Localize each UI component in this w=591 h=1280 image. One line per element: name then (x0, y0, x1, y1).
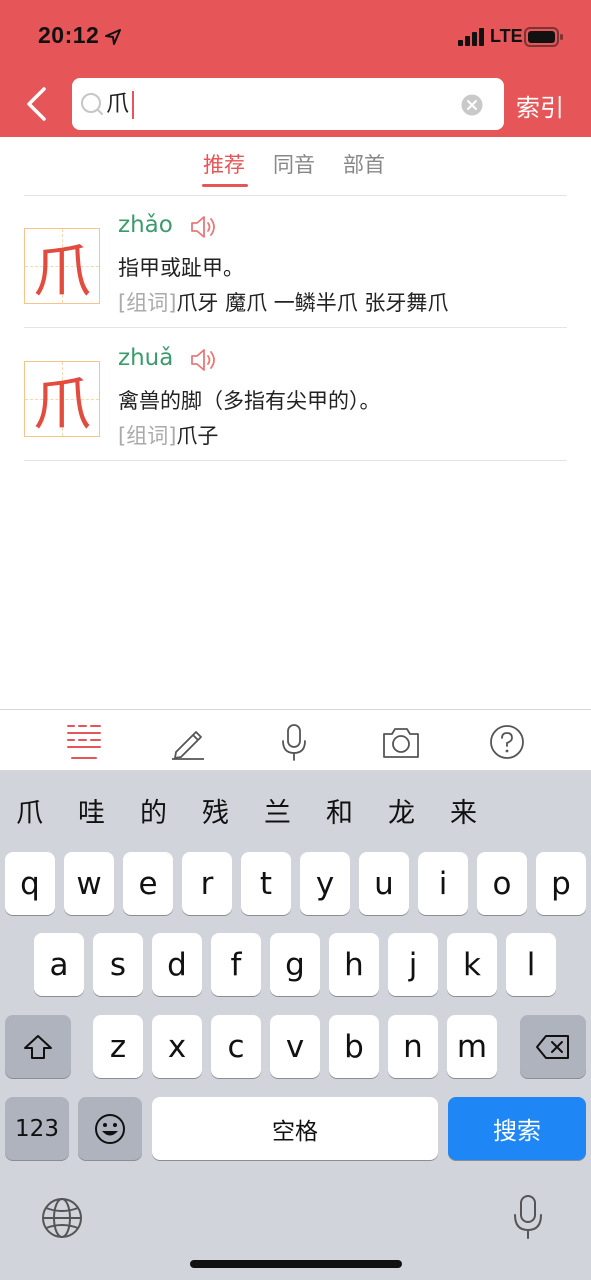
key-g[interactable]: g (270, 933, 320, 996)
pinyin: zhuǎ (118, 345, 174, 371)
dictation-microphone-icon[interactable] (510, 1193, 546, 1241)
search-icon (81, 93, 103, 115)
emoji-icon (95, 1113, 125, 1144)
divider (24, 327, 567, 328)
app-header: 20:12 LTE 爪 索引 (0, 0, 591, 137)
key-v[interactable]: v (270, 1015, 320, 1078)
key-m[interactable]: m (447, 1015, 497, 1078)
chevron-left-icon (27, 87, 46, 121)
definition: 指甲或趾甲。 (118, 256, 244, 280)
words-tag: [组词] (118, 424, 177, 448)
shift-key[interactable] (5, 1015, 71, 1078)
key-e[interactable]: e (123, 852, 173, 915)
candidate-item[interactable]: 的 (140, 791, 167, 830)
globe-icon[interactable] (40, 1196, 84, 1240)
key-x[interactable]: x (152, 1015, 202, 1078)
speaker-icon[interactable] (189, 346, 217, 374)
search-input[interactable]: 爪 (106, 88, 129, 120)
shift-arrow-icon (24, 1034, 52, 1059)
key-y[interactable]: y (300, 852, 350, 915)
pinyin: zhǎo (118, 212, 173, 238)
words-list: 爪牙 魔爪 一鳞半爪 张牙舞爪 (176, 291, 449, 315)
character-glyph: 爪 (32, 237, 91, 305)
key-i[interactable]: i (418, 852, 468, 915)
key-s[interactable]: s (93, 933, 143, 996)
status-bar: 20:12 LTE (0, 0, 591, 72)
active-tab-indicator (202, 184, 248, 187)
key-n[interactable]: n (388, 1015, 438, 1078)
numbers-key[interactable]: 123 (5, 1097, 69, 1160)
handwriting-pencil-icon[interactable] (168, 722, 208, 762)
candidate-item[interactable]: 哇 (78, 791, 105, 830)
clear-icon[interactable] (461, 94, 483, 116)
key-l[interactable]: l (506, 933, 556, 996)
candidate-item[interactable]: 龙 (388, 791, 415, 830)
key-c[interactable]: c (211, 1015, 261, 1078)
network-type: LTE (490, 26, 523, 46)
back-button[interactable] (18, 84, 54, 124)
speaker-icon[interactable] (189, 213, 217, 241)
definition: 禽兽的脚（多指有尖甲的）。 (118, 389, 381, 413)
tab-radical[interactable]: 部首 (343, 149, 385, 179)
result-item[interactable]: 爪 zhǎo 指甲或趾甲。 [组词]爪牙 魔爪 一鳞半爪 张牙舞爪 (0, 196, 591, 329)
divider (24, 460, 567, 461)
home-indicator (190, 1260, 402, 1268)
search-key[interactable]: 搜索 (448, 1097, 586, 1160)
key-u[interactable]: u (359, 852, 409, 915)
backspace-key[interactable] (520, 1015, 586, 1078)
character-box: 爪 (24, 228, 100, 305)
candidate-item[interactable]: 爪 (16, 791, 43, 830)
key-j[interactable]: j (388, 933, 438, 996)
candidate-item[interactable]: 残 (202, 791, 229, 830)
tab-recommended[interactable]: 推荐 (203, 149, 245, 179)
key-r[interactable]: r (182, 852, 232, 915)
candidate-bar: 爪 哇 的 残 兰 和 龙 来 (0, 771, 591, 847)
keyboard-toolbar (0, 709, 591, 771)
key-t[interactable]: t (241, 852, 291, 915)
word-examples: [组词]爪牙 魔爪 一鳞半爪 张牙舞爪 (118, 287, 448, 317)
key-a[interactable]: a (34, 933, 84, 996)
tab-same-sound[interactable]: 同音 (273, 149, 315, 179)
key-k[interactable]: k (447, 933, 497, 996)
space-key[interactable]: 空格 (152, 1097, 438, 1160)
candidate-item[interactable]: 来 (450, 791, 477, 830)
words-tag: [组词] (118, 291, 177, 315)
cellular-signal-icon (458, 28, 484, 46)
result-item[interactable]: 爪 zhuǎ 禽兽的脚（多指有尖甲的）。 [组词]爪子 (0, 329, 591, 462)
result-tabs: 推荐 同音 部首 (0, 137, 591, 197)
keyboard: 爪 哇 的 残 兰 和 龙 来 q w e r t y u i o p a s … (0, 771, 591, 1280)
character-glyph: 爪 (32, 370, 91, 438)
help-icon[interactable] (487, 722, 527, 762)
key-z[interactable]: z (93, 1015, 143, 1078)
search-box[interactable]: 爪 (72, 78, 504, 130)
key-h[interactable]: h (329, 933, 379, 996)
camera-icon[interactable] (381, 722, 421, 762)
word-examples: [组词]爪子 (118, 420, 218, 450)
microphone-icon[interactable] (274, 722, 314, 762)
words-list: 爪子 (176, 424, 219, 448)
text-caret (132, 91, 134, 119)
battery-icon (524, 27, 563, 47)
key-q[interactable]: q (5, 852, 55, 915)
location-arrow-icon (105, 29, 121, 45)
index-button[interactable]: 索引 (516, 88, 564, 123)
character-box: 爪 (24, 361, 100, 438)
key-p[interactable]: p (536, 852, 586, 915)
key-d[interactable]: d (152, 933, 202, 996)
key-f[interactable]: f (211, 933, 261, 996)
candidate-item[interactable]: 兰 (264, 791, 291, 830)
key-w[interactable]: w (64, 852, 114, 915)
status-time: 20:12 (38, 22, 100, 48)
candidate-item[interactable]: 和 (326, 791, 353, 830)
emoji-key[interactable] (78, 1097, 142, 1160)
keyboard-layout-icon[interactable] (64, 722, 104, 762)
key-b[interactable]: b (329, 1015, 379, 1078)
backspace-icon (536, 1034, 569, 1059)
key-o[interactable]: o (477, 852, 527, 915)
